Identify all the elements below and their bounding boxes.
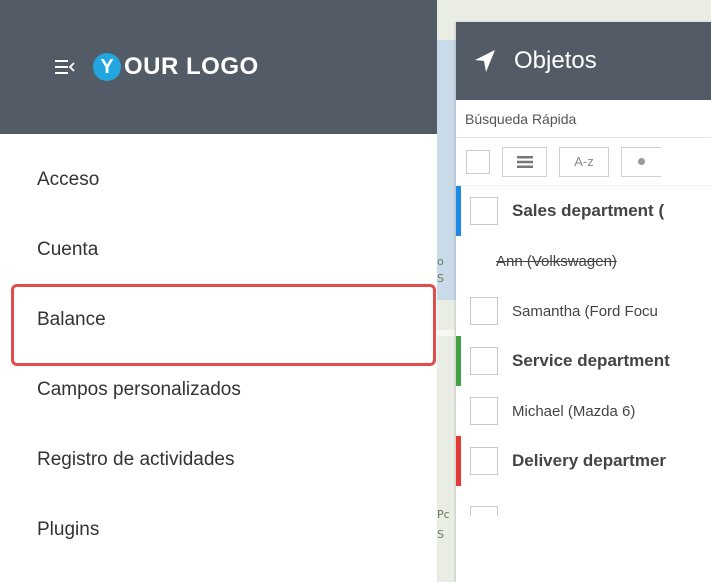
objects-toolbar: A-z	[456, 138, 711, 186]
nav-item-registro-de-actividades[interactable]: Registro de actividades	[0, 425, 437, 495]
object-row-samantha[interactable]: Samantha (Ford Focu	[456, 286, 711, 336]
object-row-michael[interactable]: Michael (Mazda 6)	[456, 386, 711, 436]
group-row-sales[interactable]: Sales department (	[456, 186, 711, 236]
nav-item-plugins[interactable]: Plugins	[0, 495, 437, 565]
nav-header: Y OUR LOGO	[0, 0, 437, 134]
objects-header: Objetos	[456, 22, 711, 100]
object-checkbox[interactable]	[470, 397, 498, 425]
object-row-partial[interactable]	[456, 486, 711, 516]
select-all-checkbox[interactable]	[466, 149, 490, 174]
navigation-arrow-icon	[475, 50, 495, 72]
group-color-bar	[456, 436, 461, 486]
group-name: Sales department (	[512, 201, 665, 220]
nav-item-campos-personalizados[interactable]: Campos personalizados	[0, 355, 437, 425]
group-name: Service department	[512, 351, 670, 370]
hamburger-collapse-icon[interactable]	[55, 60, 75, 74]
status-filter-button[interactable]	[621, 146, 661, 177]
objects-title: Objetos	[514, 47, 597, 74]
object-checkbox[interactable]	[470, 506, 498, 516]
objects-panel: Objetos Búsqueda Rápida A-z Sales depart…	[456, 22, 711, 582]
list-icon	[516, 155, 533, 168]
object-checkbox[interactable]	[470, 297, 498, 325]
dot-icon	[638, 158, 645, 165]
group-color-bar	[456, 186, 461, 236]
group-color-bar	[456, 336, 461, 386]
object-name: Michael (Mazda 6)	[512, 402, 636, 420]
group-row-delivery[interactable]: Delivery departmer	[456, 436, 711, 486]
group-checkbox[interactable]	[470, 447, 498, 475]
object-name: Ann (Volkswagen)	[496, 252, 617, 270]
quick-search-input[interactable]: Búsqueda Rápida	[456, 100, 711, 138]
logo-text: OUR LOGO	[124, 53, 259, 80]
list-view-button[interactable]	[502, 146, 547, 177]
nav-item-acceso[interactable]: Acceso	[0, 145, 437, 215]
nav-item-cuenta[interactable]: Cuenta	[0, 215, 437, 285]
side-navigation: Y OUR LOGO Acceso Cuenta Balance Campos …	[0, 0, 437, 582]
map-label: Pc	[437, 508, 450, 521]
nav-menu: Acceso Cuenta Balance Campos personaliza…	[0, 134, 437, 565]
map-label: o	[437, 255, 444, 268]
group-checkbox[interactable]	[470, 197, 498, 225]
group-checkbox[interactable]	[470, 347, 498, 375]
object-row-ann[interactable]: Ann (Volkswagen)	[456, 236, 711, 286]
nav-item-balance[interactable]: Balance	[0, 285, 437, 355]
sort-button[interactable]: A-z	[559, 146, 609, 177]
logo-badge: Y	[93, 53, 121, 81]
object-name: Samantha (Ford Focu	[512, 302, 658, 320]
group-name: Delivery departmer	[512, 451, 667, 470]
map-road	[437, 330, 455, 336]
map-label: S	[437, 272, 444, 285]
map-label: S	[437, 528, 444, 541]
group-row-service[interactable]: Service department	[456, 336, 711, 386]
